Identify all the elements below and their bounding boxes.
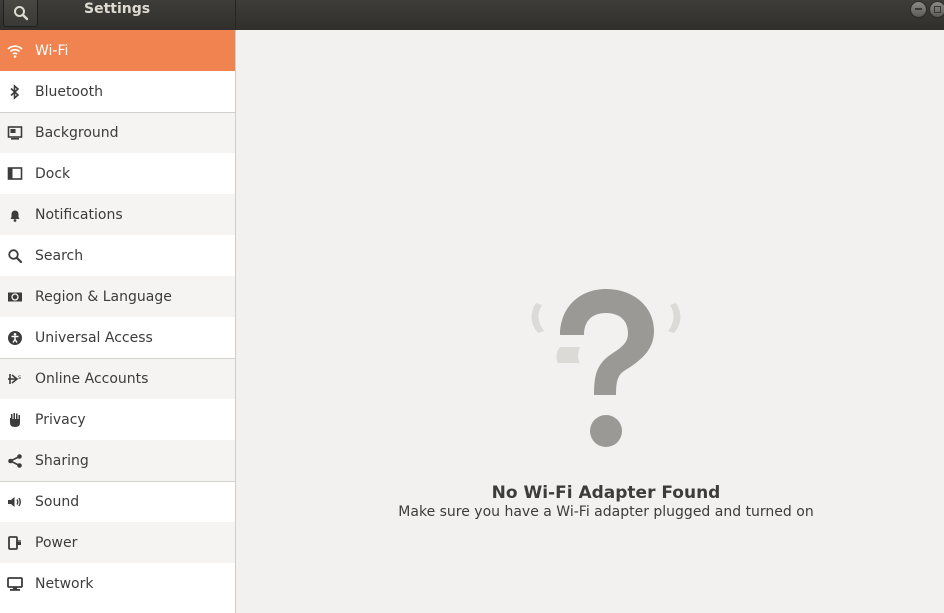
- power-icon: [0, 522, 30, 563]
- search-icon: [0, 235, 30, 276]
- sidebar-item-notifications[interactable]: Notifications: [0, 194, 235, 235]
- svg-text:s: s: [18, 374, 21, 381]
- sidebar-item-label: Sound: [35, 494, 80, 510]
- speaker-icon: [0, 482, 30, 523]
- sidebar-item-label: Network: [35, 575, 94, 592]
- sidebar-item-label: Search: [35, 247, 84, 264]
- title-bar: Settings: [0, 0, 944, 31]
- hand-icon: [0, 399, 30, 440]
- sidebar-item-label: Wi-Fi: [35, 42, 69, 59]
- wifi-panel: No Wi-Fi Adapter Found Make sure you hav…: [236, 30, 944, 613]
- accessibility-icon: [0, 317, 30, 358]
- share-icon: [0, 440, 30, 481]
- sidebar: Wi-Fi Bluetooth Background Dock Notifica…: [0, 30, 236, 613]
- maximize-button[interactable]: [929, 1, 944, 18]
- sidebar-item-privacy[interactable]: Privacy: [0, 399, 235, 440]
- bluetooth-icon: [0, 71, 30, 112]
- sidebar-item-region-language[interactable]: Region & Language: [0, 276, 235, 317]
- dock-icon: [0, 153, 30, 194]
- sidebar-item-label: Bluetooth: [35, 83, 103, 100]
- sidebar-item-online-accounts[interactable]: s Online Accounts: [0, 358, 235, 399]
- sidebar-item-label: Region & Language: [35, 288, 172, 305]
- search-icon: [13, 5, 28, 20]
- wifi-icon: [0, 30, 30, 71]
- question-mark-icon: [531, 289, 681, 447]
- bell-icon: [0, 194, 30, 235]
- sidebar-item-label: Privacy: [35, 411, 86, 428]
- sidebar-item-network[interactable]: Network: [0, 563, 235, 604]
- sidebar-item-background[interactable]: Background: [0, 112, 235, 153]
- sidebar-item-label: Online Accounts: [35, 371, 149, 387]
- sidebar-item-search[interactable]: Search: [0, 235, 235, 276]
- background-icon: [0, 113, 30, 154]
- sidebar-item-sharing[interactable]: Sharing: [0, 440, 235, 481]
- sidebar-item-universal-access[interactable]: Universal Access: [0, 317, 235, 358]
- search-button[interactable]: [3, 0, 38, 27]
- sidebar-item-label: Power: [35, 534, 78, 551]
- online-accounts-icon: s: [0, 359, 30, 400]
- network-icon: [0, 563, 30, 604]
- sidebar-item-label: Notifications: [35, 206, 123, 223]
- region-icon: [0, 276, 30, 317]
- sidebar-item-wifi[interactable]: Wi-Fi: [0, 30, 235, 71]
- sidebar-item-label: Dock: [35, 165, 71, 182]
- sidebar-item-label: Background: [35, 125, 119, 141]
- empty-state-subtitle: Make sure you have a Wi-Fi adapter plugg…: [398, 504, 814, 520]
- sidebar-item-label: Universal Access: [35, 329, 153, 346]
- sidebar-item-sound[interactable]: Sound: [0, 481, 235, 522]
- empty-state-title: No Wi-Fi Adapter Found: [491, 483, 721, 503]
- sidebar-item-bluetooth[interactable]: Bluetooth: [0, 71, 235, 112]
- sidebar-item-power[interactable]: Power: [0, 522, 235, 563]
- sidebar-item-label: Sharing: [35, 452, 89, 469]
- window-title: Settings: [84, 1, 151, 17]
- title-separator: [235, 0, 236, 30]
- sidebar-item-dock[interactable]: Dock: [0, 153, 235, 194]
- minimize-button[interactable]: [910, 1, 927, 18]
